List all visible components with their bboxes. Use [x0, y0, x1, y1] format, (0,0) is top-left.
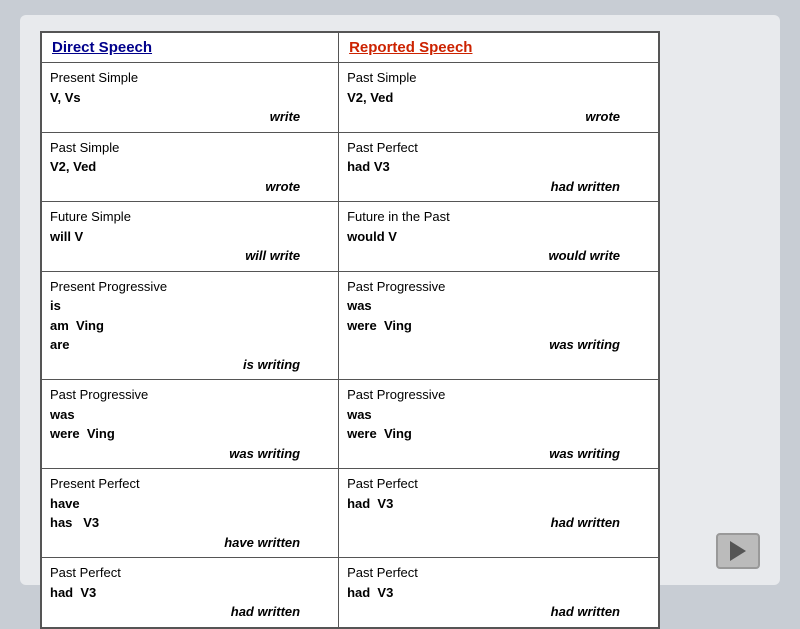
reported-tense-4: Past Progressive	[347, 385, 650, 405]
reported-cell-6: Past Perfecthad V3had written	[339, 558, 659, 628]
direct-example-6: had written	[50, 602, 330, 622]
slide: Direct Speech Reported Speech Present Si…	[20, 15, 780, 585]
header-reported: Reported Speech	[339, 32, 659, 63]
reported-cell-3: Past Progressivewas were Vingwas writing	[339, 271, 659, 380]
reported-form-3: was were Ving	[347, 296, 650, 335]
direct-cell-5: Present Perfecthave has V3have written	[41, 469, 339, 558]
reported-form-1: had V3	[347, 157, 650, 177]
direct-example-5: have written	[50, 533, 330, 553]
reported-form-2: would V	[347, 227, 650, 247]
reported-example-3: was writing	[347, 335, 650, 355]
direct-form-2: will V	[50, 227, 330, 247]
reported-form-0: V2, Ved	[347, 88, 650, 108]
reported-tense-1: Past Perfect	[347, 138, 650, 158]
direct-form-3: is am Ving are	[50, 296, 330, 355]
header-direct: Direct Speech	[41, 32, 339, 63]
direct-tense-3: Present Progressive	[50, 277, 330, 297]
direct-tense-6: Past Perfect	[50, 563, 330, 583]
reported-cell-1: Past Perfecthad V3had written	[339, 132, 659, 202]
reported-form-6: had V3	[347, 583, 650, 603]
direct-cell-2: Future Simplewill Vwill write	[41, 202, 339, 272]
direct-example-4: was writing	[50, 444, 330, 464]
direct-example-2: will write	[50, 246, 330, 266]
reported-form-5: had V3	[347, 494, 650, 514]
reported-cell-2: Future in the Pastwould Vwould write	[339, 202, 659, 272]
direct-form-4: was were Ving	[50, 405, 330, 444]
reported-example-4: was writing	[347, 444, 650, 464]
reported-tense-0: Past Simple	[347, 68, 650, 88]
reported-cell-0: Past SimpleV2, Vedwrote	[339, 63, 659, 133]
reported-example-0: wrote	[347, 107, 650, 127]
table-wrapper: Direct Speech Reported Speech Present Si…	[40, 31, 760, 629]
play-button[interactable]	[716, 533, 760, 569]
direct-form-0: V, Vs	[50, 88, 330, 108]
direct-tense-5: Present Perfect	[50, 474, 330, 494]
reported-tense-3: Past Progressive	[347, 277, 650, 297]
reported-example-1: had written	[347, 177, 650, 197]
direct-tense-4: Past Progressive	[50, 385, 330, 405]
speech-table: Direct Speech Reported Speech Present Si…	[40, 31, 660, 629]
reported-cell-5: Past Perfecthad V3had written	[339, 469, 659, 558]
direct-cell-6: Past Perfecthad V3had written	[41, 558, 339, 628]
direct-cell-0: Present SimpleV, Vswrite	[41, 63, 339, 133]
direct-cell-4: Past Progressivewas were Vingwas writing	[41, 380, 339, 469]
reported-cell-4: Past Progressivewas were Vingwas writing	[339, 380, 659, 469]
direct-tense-1: Past Simple	[50, 138, 330, 158]
reported-form-4: was were Ving	[347, 405, 650, 444]
direct-cell-3: Present Progressiveis am Ving areis writ…	[41, 271, 339, 380]
reported-example-2: would write	[347, 246, 650, 266]
direct-form-6: had V3	[50, 583, 330, 603]
direct-form-1: V2, Ved	[50, 157, 330, 177]
direct-tense-2: Future Simple	[50, 207, 330, 227]
direct-example-3: is writing	[50, 355, 330, 375]
direct-tense-0: Present Simple	[50, 68, 330, 88]
reported-example-5: had written	[347, 513, 650, 533]
reported-tense-2: Future in the Past	[347, 207, 650, 227]
direct-example-1: wrote	[50, 177, 330, 197]
reported-tense-6: Past Perfect	[347, 563, 650, 583]
reported-tense-5: Past Perfect	[347, 474, 650, 494]
reported-example-6: had written	[347, 602, 650, 622]
direct-cell-1: Past SimpleV2, Vedwrote	[41, 132, 339, 202]
direct-example-0: write	[50, 107, 330, 127]
direct-form-5: have has V3	[50, 494, 330, 533]
